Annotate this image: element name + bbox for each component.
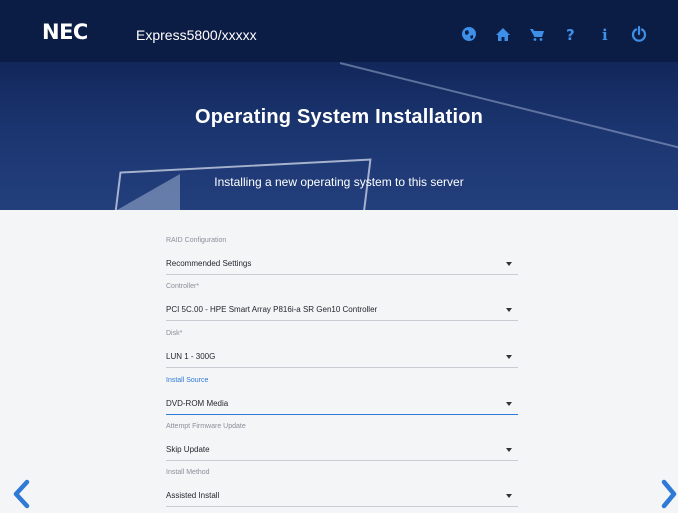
power-icon[interactable] [622,24,656,44]
firmware-update-field: Attempt Firmware Update Skip Update [166,423,518,461]
disk-label: Disk* [166,330,183,337]
controller-label: Controller* [166,283,200,290]
disk-value: LUN 1 - 300G [166,352,216,361]
install-method-select[interactable]: Assisted Install [166,487,518,507]
install-source-value: DVD-ROM Media [166,399,229,408]
chevron-down-icon [506,308,512,312]
chevron-down-icon [506,262,512,266]
disk-field: Disk* LUN 1 - 300G [166,330,518,368]
product-name: Express5800/xxxxx [136,27,257,43]
raid-configuration-field: RAID Configuration Recommended Settings [166,237,518,275]
cart-icon[interactable] [520,24,554,44]
install-method-label: Install Method [166,469,210,476]
firmware-update-label: Attempt Firmware Update [166,423,246,430]
controller-field: Controller* PCI 5C.00 - HPE Smart Array … [166,283,518,321]
raid-configuration-value: Recommended Settings [166,259,252,268]
disk-select[interactable]: LUN 1 - 300G [166,348,518,368]
svg-text:i: i [602,26,608,42]
install-method-value: Assisted Install [166,491,220,500]
page-title: Operating System Installation [194,106,484,128]
help-icon[interactable]: ? [554,24,588,44]
raid-configuration-label: RAID Configuration [166,237,227,244]
chevron-down-icon [506,494,512,498]
install-source-field: Install Source DVD-ROM Media [166,377,518,415]
globe-icon[interactable] [452,24,486,44]
page-subtitle: Installing a new operating system to thi… [214,175,464,189]
hero-banner: Operating System Installation Installing… [0,62,678,210]
chevron-down-icon [506,355,512,359]
firmware-update-value: Skip Update [166,445,210,454]
install-source-select[interactable]: DVD-ROM Media [166,395,518,415]
info-icon[interactable]: i [588,24,622,44]
chevron-down-icon [506,402,512,406]
header-icons: ? i [452,24,656,44]
chevron-left-icon [13,479,30,509]
firmware-update-select[interactable]: Skip Update [166,441,518,461]
home-icon[interactable] [486,24,520,44]
install-method-field: Install Method Assisted Install [166,469,518,507]
nec-logo: NEC [42,20,88,44]
form-area: RAID Configuration Recommended Settings … [0,210,678,513]
next-button[interactable] [660,478,678,510]
chevron-down-icon [506,448,512,452]
chevron-right-icon [661,479,677,509]
raid-configuration-select[interactable]: Recommended Settings [166,255,518,275]
previous-button[interactable] [10,478,34,510]
svg-text:?: ? [566,26,575,42]
top-bar: NEC Express5800/xxxxx ? i [0,0,678,62]
install-source-label: Install Source [166,377,209,384]
controller-value: PCI 5C.00 - HPE Smart Array P816i-a SR G… [166,305,378,314]
controller-select[interactable]: PCI 5C.00 - HPE Smart Array P816i-a SR G… [166,301,518,321]
